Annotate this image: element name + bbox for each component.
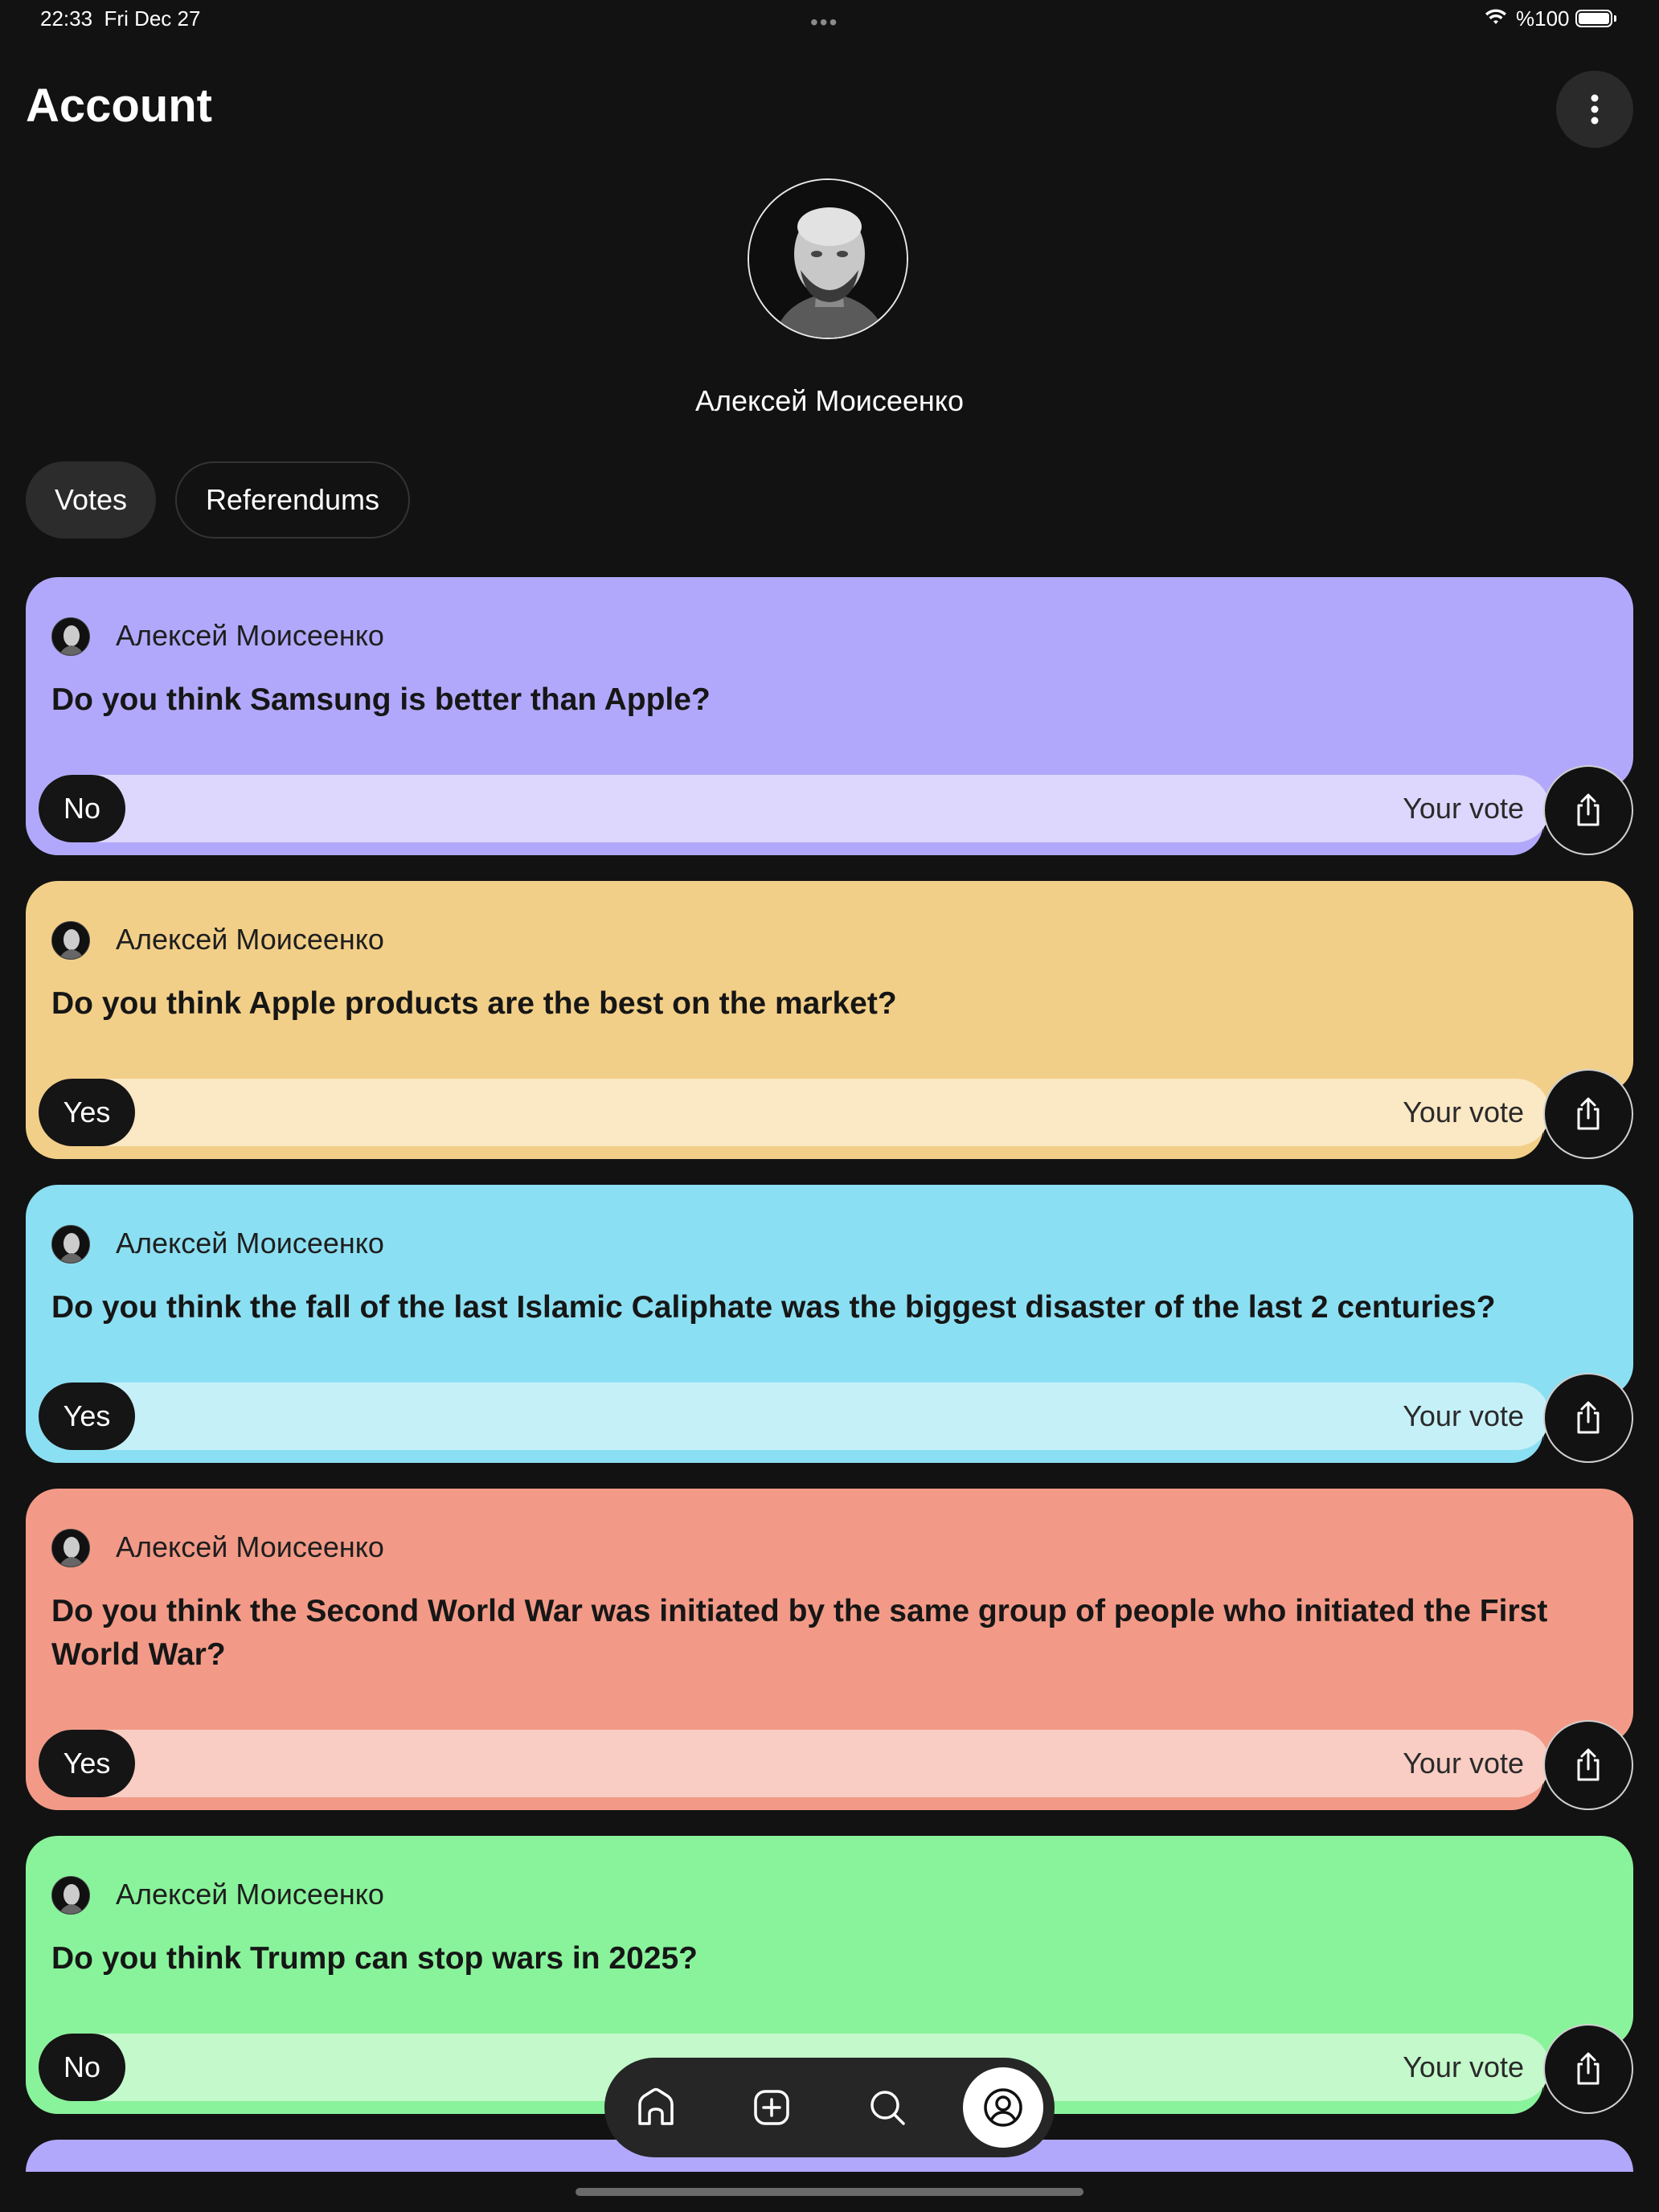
more-options-button[interactable] <box>1556 71 1633 148</box>
share-button[interactable] <box>1543 765 1633 855</box>
vote-card[interactable]: Алексей Моисеенко Do you think Apple pro… <box>26 881 1633 1159</box>
nav-profile[interactable] <box>963 2067 1043 2148</box>
add-square-icon <box>754 2090 789 2125</box>
nav-home[interactable] <box>616 2067 696 2148</box>
your-vote-label: Your vote <box>1403 1399 1524 1432</box>
vote-result-bar: No Your vote <box>39 775 1550 842</box>
multitasking-dots-icon[interactable]: ••• <box>810 10 838 35</box>
your-vote-label: Your vote <box>1403 1096 1524 1129</box>
vote-card[interactable]: Алексей Моисеенко Do you think the fall … <box>26 1185 1633 1463</box>
home-indicator[interactable] <box>576 2188 1083 2196</box>
vote-result-bar: Yes Your vote <box>39 1382 1550 1450</box>
vote-card[interactable]: Алексей Моисеенко Do you think the Secon… <box>26 1489 1633 1810</box>
your-vote-label: Your vote <box>1403 2050 1524 2083</box>
vote-answer: Yes <box>39 1079 135 1146</box>
tab-votes[interactable]: Votes <box>26 461 156 539</box>
battery-percent: %100 <box>1516 6 1570 31</box>
vote-question: Do you think the Second World War was in… <box>51 1594 1548 1672</box>
your-vote-label: Your vote <box>1403 1747 1524 1780</box>
vote-question: Do you think Samsung is better than Appl… <box>51 682 711 717</box>
profile-avatar[interactable] <box>748 178 908 339</box>
your-vote-label: Your vote <box>1403 792 1524 825</box>
vote-question: Do you think Apple products are the best… <box>51 986 897 1021</box>
profile-icon <box>984 2088 1022 2127</box>
bottom-nav <box>604 2058 1055 2157</box>
author-name: Алексей Моисеенко <box>116 1227 384 1260</box>
status-time: 22:33 Fri Dec 27 <box>40 6 201 31</box>
status-bar: 22:33 Fri Dec 27 ••• %100 <box>0 0 1659 39</box>
vote-result-bar: Yes Your vote <box>39 1730 1550 1797</box>
vote-question: Do you think Trump can stop wars in 2025… <box>51 1941 698 1976</box>
vote-card[interactable]: Алексей Моисеенко Do you think Samsung i… <box>26 577 1633 855</box>
share-icon <box>1577 2052 1600 2085</box>
author-avatar <box>51 1529 90 1567</box>
author-name: Алексей Моисеенко <box>116 619 384 652</box>
vote-answer: Yes <box>39 1382 135 1450</box>
author-name: Алексей Моисеенко <box>116 1530 384 1563</box>
wifi-icon <box>1485 9 1506 24</box>
vote-question: Do you think the fall of the last Islami… <box>51 1290 1496 1325</box>
avatar-photo <box>749 180 907 338</box>
nav-create[interactable] <box>731 2067 812 2148</box>
tab-referendums[interactable]: Referendums <box>175 461 410 539</box>
home-icon <box>638 2087 674 2125</box>
nav-search[interactable] <box>847 2067 928 2148</box>
vote-answer: No <box>39 2034 125 2101</box>
page-title: Account <box>26 80 212 132</box>
share-icon <box>1577 1097 1600 1130</box>
share-icon <box>1577 1748 1600 1781</box>
vote-answer: Yes <box>39 1730 135 1797</box>
author-name: Алексей Моисеенко <box>116 923 384 956</box>
author-name: Алексей Моисеенко <box>116 1878 384 1911</box>
author-avatar <box>51 1225 90 1264</box>
vote-answer: No <box>39 775 125 842</box>
share-icon <box>1577 793 1600 826</box>
share-button[interactable] <box>1543 1720 1633 1810</box>
author-avatar <box>51 617 90 656</box>
share-button[interactable] <box>1543 2024 1633 2114</box>
search-icon <box>870 2091 905 2125</box>
author-avatar <box>51 1876 90 1915</box>
author-avatar <box>51 921 90 960</box>
battery-icon <box>1575 10 1612 27</box>
more-vertical-icon <box>1591 94 1599 125</box>
share-icon <box>1577 1401 1600 1434</box>
profile-name: Алексей Моисеенко <box>695 384 964 417</box>
share-button[interactable] <box>1543 1373 1633 1463</box>
vote-result-bar: Yes Your vote <box>39 1079 1550 1146</box>
battery-cap <box>1614 15 1616 22</box>
share-button[interactable] <box>1543 1069 1633 1159</box>
